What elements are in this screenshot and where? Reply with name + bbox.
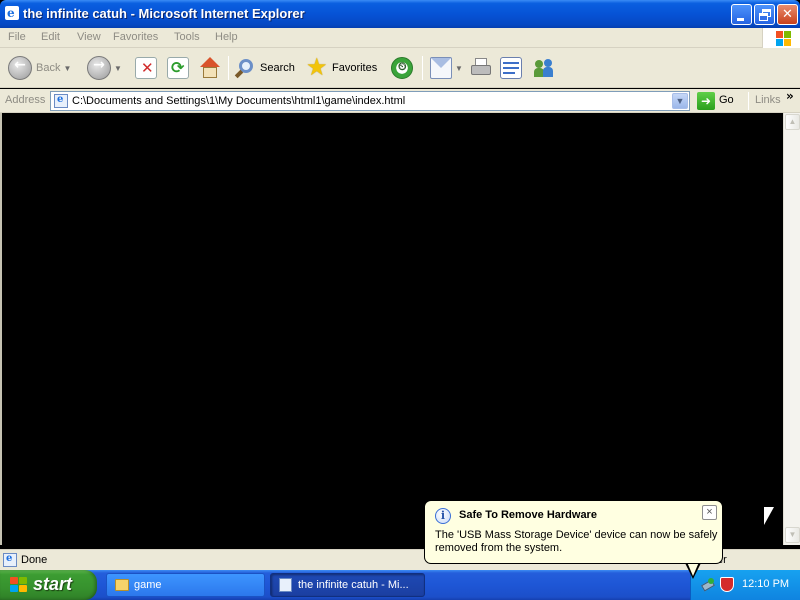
go-arrow-icon[interactable]: ➜ — [697, 92, 715, 110]
refresh-icon: ⟳ — [167, 57, 189, 79]
mouse-pointer-icon — [764, 507, 774, 525]
folder-icon — [115, 579, 129, 591]
messenger-icon — [533, 57, 555, 79]
start-button[interactable]: start — [0, 570, 97, 600]
close-icon: ✕ — [782, 7, 793, 22]
back-label: Back — [36, 62, 61, 74]
address-url[interactable]: C:\Documents and Settings\1\My Documents… — [72, 95, 405, 107]
home-button[interactable] — [198, 53, 220, 83]
address-label: Address — [5, 94, 46, 106]
menu-bar: File Edit View Favorites Tools Help — [0, 28, 800, 48]
vertical-scrollbar[interactable]: ▲ ▼ — [783, 113, 800, 545]
title-bar[interactable]: e the infinite catuh - Microsoft Interne… — [0, 0, 800, 28]
home-icon — [198, 57, 220, 79]
minimize-button[interactable] — [731, 4, 752, 25]
taskbar-item-label: the infinite catuh - Mi... — [298, 579, 409, 591]
menu-help[interactable]: Help — [215, 31, 238, 43]
notification-balloon[interactable]: i Safe To Remove Hardware × The 'USB Mas… — [424, 500, 723, 564]
balloon-message: The 'USB Mass Storage Device' device can… — [435, 529, 718, 554]
favorites-button[interactable]: ★ Favorites — [306, 53, 377, 83]
windows-logo-icon — [762, 28, 800, 48]
history-icon: ⏲ — [391, 57, 413, 79]
back-arrow-icon: ← — [8, 56, 32, 80]
history-button[interactable]: ⏲ — [391, 53, 413, 83]
balloon-title: Safe To Remove Hardware — [459, 509, 597, 521]
clock[interactable]: 12:10 PM — [742, 578, 789, 590]
balloon-tail-fill — [687, 562, 699, 576]
search-button[interactable]: Search — [234, 53, 295, 83]
status-page-icon: e — [3, 553, 17, 567]
info-icon: i — [435, 508, 451, 524]
taskbar-item-ie[interactable]: the infinite catuh - Mi... — [270, 573, 425, 597]
search-label: Search — [260, 62, 295, 74]
ie-icon: e — [5, 6, 19, 20]
go-button[interactable]: Go — [719, 94, 734, 106]
stop-icon: ✕ — [135, 57, 157, 79]
links-chevron-icon[interactable]: » — [786, 89, 794, 103]
mail-icon — [430, 57, 452, 79]
security-shield-icon[interactable] — [720, 577, 734, 592]
links-label[interactable]: Links — [755, 94, 781, 106]
ie-page-icon — [279, 578, 292, 592]
forward-dropdown-icon[interactable]: ▼ — [114, 64, 122, 73]
stop-button[interactable]: ✕ — [135, 53, 157, 83]
scroll-down-icon[interactable]: ▼ — [785, 527, 800, 543]
standard-toolbar: ← Back ▼ → ▼ ✕ ⟳ Search ★ Favorites ⏲ ▼ — [0, 48, 800, 88]
favorites-label: Favorites — [332, 62, 378, 74]
menu-favorites[interactable]: Favorites — [113, 31, 158, 43]
safely-remove-hardware-icon[interactable] — [701, 578, 716, 592]
system-tray: 12:10 PM — [690, 570, 800, 600]
taskbar-item-game[interactable]: game — [106, 573, 265, 597]
restore-button[interactable] — [754, 4, 775, 25]
address-input[interactable]: e C:\Documents and Settings\1\My Documen… — [50, 91, 690, 111]
scroll-up-icon[interactable]: ▲ — [785, 114, 800, 130]
refresh-button[interactable]: ⟳ — [167, 53, 189, 83]
mail-dropdown-icon[interactable]: ▼ — [455, 64, 463, 73]
start-label: start — [33, 574, 73, 594]
page-icon: e — [54, 94, 68, 108]
edit-page-icon — [500, 57, 522, 79]
search-icon — [234, 57, 256, 79]
menu-file[interactable]: File — [8, 31, 26, 43]
favorites-star-icon: ★ — [306, 53, 328, 81]
address-dropdown-icon[interactable]: ▼ — [672, 93, 688, 109]
balloon-close-button[interactable]: × — [702, 505, 717, 520]
menu-view[interactable]: View — [77, 31, 101, 43]
status-text: Done — [21, 554, 48, 566]
mail-button[interactable]: ▼ — [430, 53, 463, 83]
printer-icon — [470, 57, 492, 79]
print-button[interactable] — [470, 53, 492, 83]
address-bar: Address e C:\Documents and Settings\1\My… — [0, 89, 800, 113]
taskbar-item-label: game — [134, 579, 162, 591]
edit-button[interactable] — [500, 53, 522, 83]
close-button[interactable]: ✕ — [777, 4, 798, 25]
messenger-button[interactable] — [533, 53, 555, 83]
menu-edit[interactable]: Edit — [41, 31, 60, 43]
page-content[interactable] — [0, 113, 783, 545]
window-title: the infinite catuh - Microsoft Internet … — [23, 6, 305, 21]
back-dropdown-icon[interactable]: ▼ — [63, 64, 71, 73]
forward-button[interactable]: → ▼ — [87, 53, 122, 83]
menu-tools[interactable]: Tools — [174, 31, 200, 43]
windows-flag-icon — [10, 577, 28, 593]
taskbar: start game the infinite catuh - Mi... 12… — [0, 570, 800, 600]
forward-arrow-icon: → — [87, 56, 111, 80]
back-button[interactable]: ← Back ▼ — [8, 53, 71, 83]
